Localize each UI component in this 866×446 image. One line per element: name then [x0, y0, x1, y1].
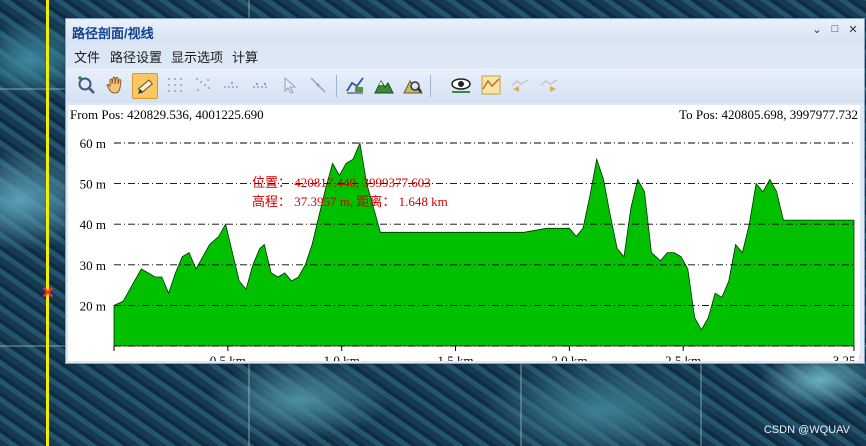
dotted-line-alt-icon[interactable] — [249, 73, 273, 97]
terrain-search-icon[interactable] — [401, 73, 425, 97]
menu-display-options[interactable]: 显示选项 — [171, 47, 223, 66]
maximize-button[interactable]: □ — [828, 23, 842, 35]
map-road — [700, 360, 702, 446]
elevation-area — [113, 141, 855, 347]
line-tool-icon[interactable] — [306, 73, 330, 97]
y-tick-label: 30 m — [80, 258, 106, 273]
profile-line-icon[interactable] — [479, 73, 503, 97]
x-tick-label: 2.5 km — [665, 353, 701, 361]
close-button[interactable]: ✕ — [846, 23, 860, 36]
terrain-icon[interactable] — [372, 73, 396, 97]
profile-right-icon[interactable] — [537, 73, 561, 97]
pan-hand-icon[interactable] — [103, 73, 127, 97]
minimize-button[interactable]: ⌄ — [810, 23, 824, 36]
y-tick-label: 50 m — [80, 177, 106, 192]
edit-pencil-icon[interactable] — [132, 73, 158, 99]
toolbar-separator — [336, 75, 337, 97]
menu-route-settings[interactable]: 路径设置 — [110, 47, 162, 66]
toolbar-separator — [430, 75, 431, 97]
x-tick-label: 2.0 km — [551, 353, 587, 361]
window-title: 路径剖面/视线 — [72, 26, 154, 41]
x-tick-label: 1.5 km — [437, 353, 473, 361]
x-tick-label: 3.25 km — [833, 353, 860, 361]
pointer-icon[interactable] — [278, 73, 302, 97]
x-tick-label: 1.0 km — [324, 353, 360, 361]
toolbar — [66, 69, 864, 103]
cursor-elevation-text: 高程： 37.3957 m, 距离： 1.648 km — [252, 194, 448, 209]
elevation-profile-chart: 20 m 30 m 40 m 50 m 60 m 0.5 km 1.0 km 1.5 km 2.… — [80, 136, 860, 361]
menu-file[interactable]: 文件 — [74, 47, 100, 66]
menu-bar: 文件 路径设置 显示选项 计算 — [66, 44, 864, 66]
map-road — [520, 360, 522, 446]
y-tick-label: 40 m — [80, 217, 106, 232]
eye-icon[interactable] — [449, 73, 473, 97]
grid-points-alt-icon[interactable] — [191, 73, 215, 97]
title-bar[interactable]: 路径剖面/视线 ⌄ □ ✕ — [66, 19, 864, 43]
location-marker-icon: ✕ — [41, 285, 55, 302]
watermark-text: CSDN @WQUAV — [763, 424, 850, 436]
y-tick-label: 60 m — [80, 136, 106, 151]
y-tick-label: 20 m — [80, 298, 106, 313]
profile-graph-icon[interactable] — [343, 73, 367, 97]
profile-route-line — [46, 0, 49, 446]
profile-window: 路径剖面/视线 ⌄ □ ✕ 文件 路径设置 显示选项 计算 From Pos: … — [65, 18, 865, 364]
menu-calculate[interactable]: 计算 — [232, 47, 258, 66]
zoom-in-icon[interactable] — [74, 73, 98, 97]
grid-points-icon[interactable] — [163, 73, 187, 97]
profile-plot-area[interactable]: From Pos: 420829.536, 4001225.690 To Pos… — [68, 105, 860, 361]
dotted-line-icon[interactable] — [220, 73, 244, 97]
profile-left-icon[interactable] — [508, 73, 532, 97]
cursor-position-text: 位置： 420817.440, 3999377.603 — [252, 175, 431, 190]
x-tick-label: 0.5 km — [210, 353, 246, 361]
